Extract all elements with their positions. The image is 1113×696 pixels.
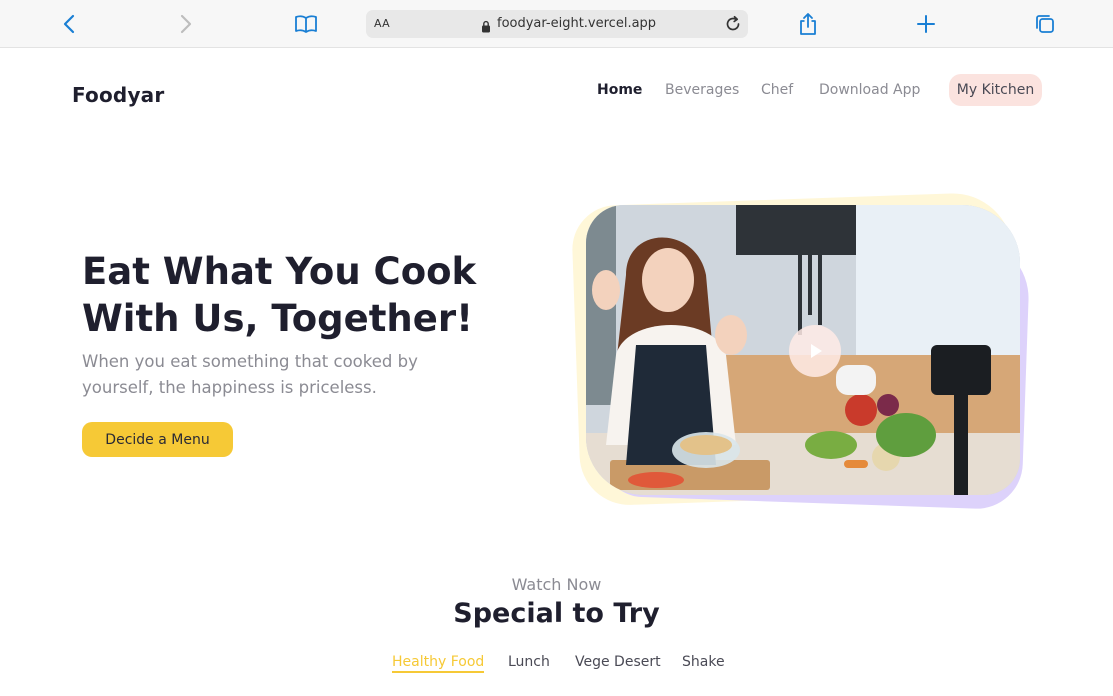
hero-title-line-2: With Us, Together! [82,297,473,340]
hero-video [570,191,1040,511]
tabs-icon[interactable] [1031,10,1059,38]
tab-healthy-food[interactable]: Healthy Food [392,654,485,673]
lock-icon [481,18,491,37]
share-icon[interactable] [794,10,822,38]
reader-button[interactable]: AA [374,17,390,30]
hero-subtitle-line-1: When you eat something that cooked by [82,352,418,371]
decide-menu-button[interactable]: Decide a Menu [82,422,233,457]
forward-icon[interactable] [172,10,200,38]
back-icon[interactable] [55,10,83,38]
nav-home[interactable]: Home [597,82,642,102]
hero-subtitle-line-2: yourself, the happiness is priceless. [82,378,377,397]
brand-logo[interactable]: Foodyar [72,83,164,107]
nav-chef[interactable]: Chef [761,82,793,102]
nav-download-app[interactable]: Download App [819,82,920,102]
my-kitchen-button[interactable]: My Kitchen [949,74,1042,106]
tab-lunch[interactable]: Lunch [508,654,550,670]
reload-icon[interactable] [724,15,742,37]
cooking-video-thumbnail[interactable] [586,205,1020,495]
new-tab-icon[interactable] [912,10,940,38]
play-icon[interactable] [789,325,841,377]
nav-beverages[interactable]: Beverages [665,82,739,102]
section-eyebrow: Watch Now [511,575,602,594]
tab-vege-desert[interactable]: Vege Desert [575,654,661,670]
tab-shake[interactable]: Shake [682,654,725,670]
hero-subtitle: When you eat something that cooked by yo… [82,349,442,401]
hero-title: Eat What You Cook With Us, Together! [82,248,502,342]
hero-title-line-1: Eat What You Cook [82,250,477,293]
section-title: Special to Try [453,598,660,629]
address-bar[interactable]: AA foodyar-eight.vercel.app [366,10,748,38]
bookmarks-icon[interactable] [292,10,320,38]
browser-toolbar: AA foodyar-eight.vercel.app [0,0,1113,48]
url-text: foodyar-eight.vercel.app [497,16,657,31]
